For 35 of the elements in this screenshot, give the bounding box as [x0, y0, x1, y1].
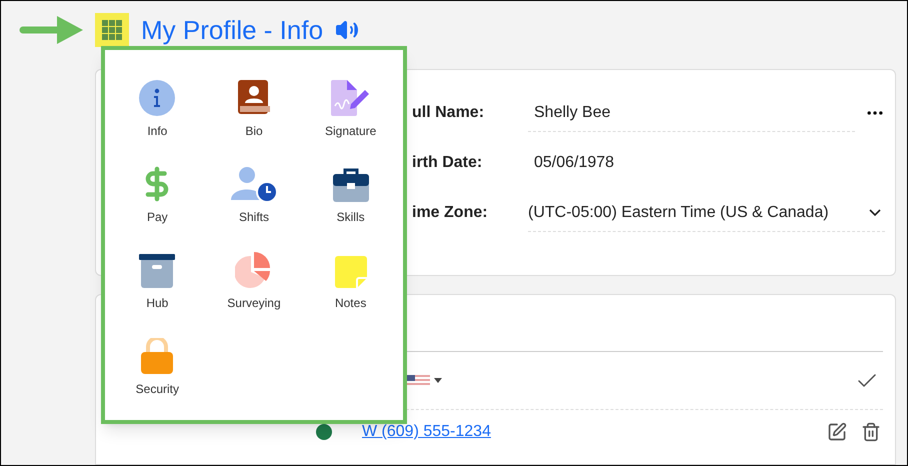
app-grid-button[interactable] — [95, 13, 129, 47]
field-label: irth Date: — [412, 153, 484, 173]
app-menu-item[interactable]: Pay — [109, 162, 206, 226]
field-label: ime Zone: — [412, 203, 489, 223]
app-menu-item[interactable]: Shifts — [206, 162, 302, 226]
app-menu-item[interactable]: Bio — [206, 76, 302, 140]
arrow-icon — [19, 15, 83, 45]
app-menu-item[interactable]: Info — [109, 76, 206, 140]
field-label: ull Name: — [412, 103, 486, 123]
phone-link[interactable]: W (609) 555-1234 — [362, 420, 491, 444]
app-menu-item[interactable]: Notes — [302, 248, 399, 312]
time-zone-select[interactable]: (UTC-05:00) Eastern Time (US & Canada) — [528, 194, 885, 232]
address-book-icon — [238, 80, 270, 116]
edit-icon[interactable] — [827, 422, 847, 442]
app-menu-item[interactable]: Hub — [109, 248, 206, 312]
signed-document-icon — [330, 80, 371, 116]
dropdown-caret-icon[interactable] — [434, 378, 442, 383]
speaker-icon[interactable] — [335, 18, 360, 42]
app-menu-item[interactable]: Surveying — [206, 248, 302, 312]
full-name-input[interactable]: Shelly Bee — [528, 94, 855, 132]
app-menu-item[interactable]: Skills — [302, 162, 399, 226]
field-value: 05/06/1978 — [533, 153, 616, 173]
sticky-note-icon — [334, 256, 367, 288]
briefcase-icon — [332, 168, 369, 202]
archive-box-icon — [139, 254, 176, 288]
padlock-icon — [140, 338, 174, 374]
delete-icon[interactable] — [861, 422, 881, 442]
page-title: My Profile - Info — [141, 17, 324, 43]
app-menu-item[interactable]: Security — [109, 334, 206, 398]
app-menu-item[interactable]: Signature — [302, 76, 399, 140]
pie-chart-icon — [234, 252, 273, 288]
person-clock-icon — [230, 166, 277, 202]
grid-icon — [102, 20, 122, 40]
chevron-down-icon — [869, 209, 881, 216]
info-icon — [139, 80, 176, 116]
